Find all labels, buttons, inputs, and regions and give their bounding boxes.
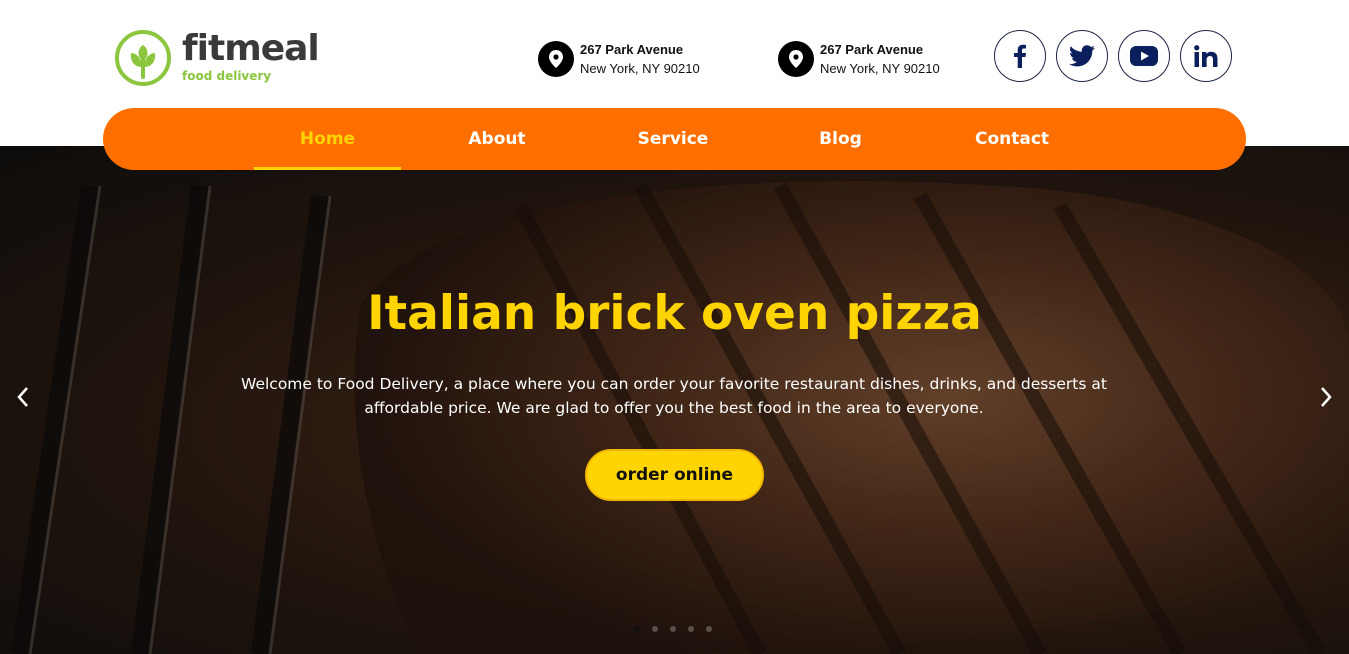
slider-prev-button[interactable] (11, 382, 35, 412)
leaf-logo-icon (115, 30, 171, 86)
nav-item-contact[interactable]: Contact (953, 108, 1071, 170)
location-pin-icon (538, 41, 574, 77)
youtube-icon (1130, 46, 1158, 66)
address-block: 267 Park Avenue New York, NY 90210 (538, 40, 700, 78)
slider-pagination (634, 626, 712, 632)
address-block: 267 Park Avenue New York, NY 90210 (778, 40, 940, 78)
nav-item-home[interactable]: Home (254, 108, 401, 170)
slider-next-button[interactable] (1314, 382, 1338, 412)
linkedin-button[interactable] (1180, 30, 1232, 82)
nav-item-service[interactable]: Service (613, 108, 733, 170)
order-online-button[interactable]: order online (585, 449, 764, 501)
brand-name: fitmeal (182, 28, 320, 69)
slider-dot[interactable] (706, 626, 712, 632)
twitter-icon (1069, 45, 1095, 67)
brand-tagline: food delivery (182, 69, 272, 83)
slider-dot[interactable] (634, 626, 640, 632)
slider-dot[interactable] (652, 626, 658, 632)
hero-slider: Italian brick oven pizza Welcome to Food… (0, 146, 1349, 654)
slider-dot[interactable] (670, 626, 676, 632)
address-street: 267 Park Avenue (820, 42, 924, 57)
hero-title: Italian brick oven pizza (367, 286, 982, 341)
youtube-button[interactable] (1118, 30, 1170, 82)
nav-item-about[interactable]: About (443, 108, 551, 170)
linkedin-icon (1194, 45, 1218, 67)
slider-dot[interactable] (688, 626, 694, 632)
address-street: 267 Park Avenue (580, 42, 684, 57)
social-links (994, 30, 1232, 82)
chevron-left-icon (17, 387, 28, 407)
address-city: New York, NY 90210 (820, 61, 940, 76)
brand-logo[interactable]: fitmeal food delivery (114, 28, 334, 88)
nav-item-blog[interactable]: Blog (793, 108, 888, 170)
address-city: New York, NY 90210 (580, 61, 700, 76)
facebook-button[interactable] (994, 30, 1046, 82)
main-nav: Home About Service Blog Contact (103, 108, 1246, 170)
location-pin-icon (778, 41, 814, 77)
twitter-button[interactable] (1056, 30, 1108, 82)
facebook-icon (1014, 44, 1026, 68)
chevron-right-icon (1321, 387, 1332, 407)
hero-description: Welcome to Food Delivery, a place where … (241, 375, 1107, 417)
